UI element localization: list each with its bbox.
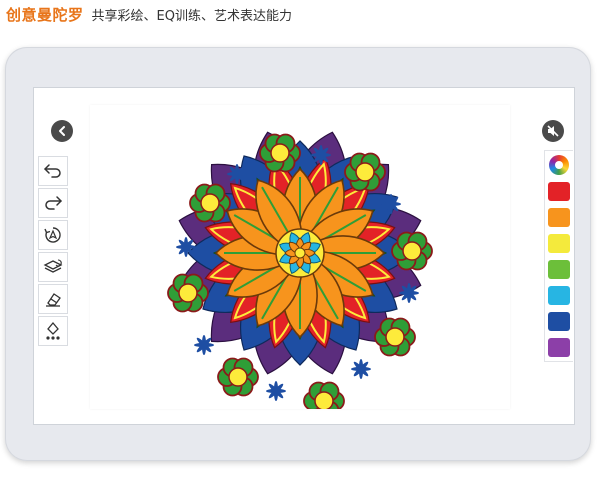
undo-icon (44, 164, 61, 178)
mandala-drawing[interactable] (90, 105, 510, 421)
tool-sidebar (38, 156, 68, 346)
back-button[interactable] (51, 120, 73, 142)
flower-center[interactable] (178, 283, 198, 303)
app-title: 创意曼陀罗 (6, 6, 84, 24)
color-wheel-icon[interactable] (549, 155, 569, 175)
app-tagline: 共享彩绘、EQ训练、艺术表达能力 (91, 9, 292, 24)
flower-center[interactable] (314, 391, 334, 411)
rotate-button[interactable] (38, 220, 68, 250)
speaker-mute-icon (547, 125, 559, 137)
flower-center[interactable] (385, 327, 405, 347)
redo-button[interactable] (38, 188, 68, 218)
chevron-left-icon (59, 126, 65, 136)
flower-center[interactable] (200, 193, 220, 213)
flower-center[interactable] (270, 143, 290, 163)
color-swatch-4[interactable] (548, 260, 570, 279)
layers-button[interactable] (38, 252, 68, 282)
flower-center[interactable] (228, 367, 248, 387)
color-swatch-2[interactable] (548, 208, 570, 227)
mute-button[interactable] (542, 120, 564, 142)
undo-button[interactable] (38, 156, 68, 186)
flower-center[interactable] (355, 162, 375, 182)
color-swatch-5[interactable] (548, 286, 570, 305)
color-swatch-3[interactable] (548, 234, 570, 253)
center-dot[interactable] (294, 247, 306, 259)
fill-button[interactable] (38, 316, 68, 346)
app-header: 创意曼陀罗 共享彩绘、EQ训练、艺术表达能力 (6, 4, 292, 26)
redo-icon (45, 196, 62, 210)
app-screen (33, 87, 575, 425)
flower-center[interactable] (402, 241, 422, 261)
color-palette (544, 150, 573, 362)
tablet-frame (5, 47, 591, 461)
layers-icon (43, 259, 63, 273)
color-swatch-1[interactable] (548, 182, 570, 201)
fill-bucket-icon (46, 321, 60, 340)
eraser-button[interactable] (38, 284, 68, 314)
rotate-icon (44, 227, 61, 243)
coloring-canvas[interactable] (90, 105, 510, 421)
color-swatch-7[interactable] (548, 338, 570, 357)
color-swatch-6[interactable] (548, 312, 570, 331)
eraser-icon (46, 293, 61, 307)
